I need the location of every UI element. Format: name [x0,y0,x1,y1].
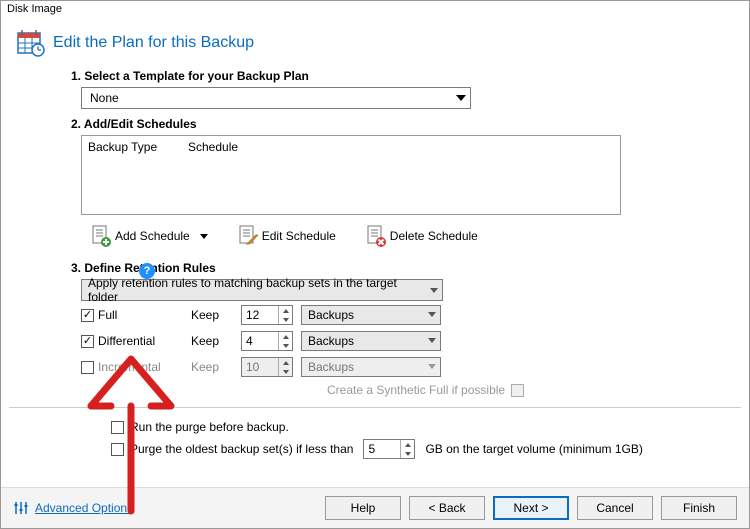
edit-schedule-button[interactable]: Edit Schedule [238,225,336,247]
step3-title: 3. Define Retention Rules [71,261,733,275]
help-icon[interactable]: ? [139,263,155,279]
divider [9,407,741,408]
retention-row-diff: Differential Keep 4 Backups [81,329,733,353]
chevron-down-icon [456,95,466,101]
incr-unit-select: Backups [301,357,441,377]
retention-row-full: Full Keep 12 Backups [81,303,733,327]
full-checkbox[interactable] [81,309,94,322]
calendar-clock-icon [17,29,45,57]
next-button[interactable]: Next > [493,496,569,520]
page-title: Edit the Plan for this Backup [53,34,254,52]
synthetic-full-row: Create a Synthetic Full if possible [327,383,733,397]
cancel-button[interactable]: Cancel [577,496,653,520]
edit-schedule-icon [238,225,258,247]
col-schedule: Schedule [188,140,238,154]
delete-schedule-button[interactable]: Delete Schedule [366,225,478,247]
purge-oldest-prefix: Purge the oldest backup set(s) if less t… [130,442,353,456]
incr-keep-spinner: 10 [241,357,293,377]
full-unit-select[interactable]: Backups [301,305,441,325]
purge-oldest-checkbox[interactable] [111,443,124,456]
schedule-table[interactable]: Backup Type Schedule [81,135,621,215]
run-purge-before-label: Run the purge before backup. [130,420,289,434]
template-select[interactable]: None [81,87,471,109]
step2-title: 2. Add/Edit Schedules [71,117,733,131]
diff-keep-spinner[interactable]: 4 [241,331,293,351]
sliders-icon [13,500,29,516]
page-header: Edit the Plan for this Backup [1,21,749,61]
step1-title: 1. Select a Template for your Backup Pla… [71,69,733,83]
full-keep-spinner[interactable]: 12 [241,305,293,325]
differential-checkbox[interactable] [81,335,94,348]
chevron-down-icon [200,234,208,239]
purge-gb-spinner[interactable]: 5 [363,439,415,459]
synthetic-full-checkbox [511,384,524,397]
retention-row-incr: Incremental Keep 10 Backups [81,355,733,379]
incremental-checkbox[interactable] [81,361,94,374]
advanced-options-link[interactable]: Advanced Options [13,500,133,516]
help-button[interactable]: Help [325,496,401,520]
finish-button[interactable]: Finish [661,496,737,520]
delete-schedule-icon [366,225,386,247]
window-title: Disk Image [1,1,749,21]
diff-unit-select[interactable]: Backups [301,331,441,351]
chevron-down-icon [430,283,438,297]
back-button[interactable]: < Back [409,496,485,520]
retention-scope-select[interactable]: Apply retention rules to matching backup… [81,279,443,301]
purge-oldest-suffix: GB on the target volume (minimum 1GB) [425,442,642,456]
col-backup-type: Backup Type [88,140,188,154]
run-purge-before-checkbox[interactable] [111,421,124,434]
add-schedule-icon [91,225,111,247]
add-schedule-button[interactable]: Add Schedule [91,225,208,247]
footer: Advanced Options Help < Back Next > Canc… [1,487,749,528]
template-value: None [90,91,119,105]
